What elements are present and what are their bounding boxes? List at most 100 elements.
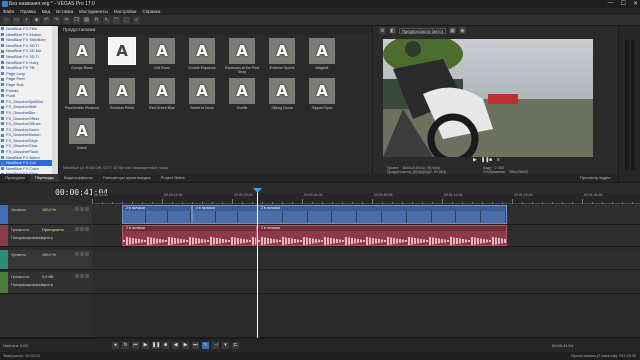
- snap-icon[interactable]: ⊓: [93, 16, 100, 24]
- menu-view[interactable]: Вид: [42, 9, 50, 14]
- transitions-tree[interactable]: NewBlue FX Film NewBlue FX Motion NewBlue …: [0, 26, 58, 174]
- fx-icon[interactable]: [85, 252, 89, 256]
- preset-item[interactable]: A Extreme Sports: [262, 38, 302, 70]
- tab-media-generators[interactable]: Генераторы мультимедиа: [98, 174, 156, 182]
- undo-icon[interactable]: ↶: [43, 16, 50, 24]
- track-param-value[interactable]: 0,0 dB: [42, 275, 53, 279]
- track-lane-audio[interactable]: [92, 272, 640, 294]
- track-header-audio[interactable]: Громкость: Приглушено Панорамирование: Ц…: [0, 225, 92, 247]
- zoom-tool-icon[interactable]: ⌕: [133, 16, 140, 24]
- track-header-video[interactable]: Уровень: 100,0 %: [0, 250, 92, 270]
- mute-icon[interactable]: [75, 274, 79, 278]
- preview-play-icon[interactable]: ▶: [473, 158, 478, 163]
- preset-item[interactable]: A Magenit: [302, 38, 342, 70]
- menu-tools[interactable]: Инструменты: [79, 9, 108, 14]
- preview-stop-icon[interactable]: ■: [489, 158, 494, 163]
- menu-options[interactable]: Настройки: [114, 9, 137, 14]
- preset-item[interactable]: A Shuffle: [222, 78, 262, 110]
- menu-edit[interactable]: Правка: [20, 9, 36, 14]
- preset-item[interactable]: A Slipped Sync: [302, 78, 342, 110]
- preset-item[interactable]: A Random Prints: [102, 78, 142, 110]
- preset-item[interactable]: A Psychedelic Pinaboot: [62, 78, 102, 110]
- play-icon[interactable]: ▶: [142, 342, 149, 349]
- preset-item[interactable]: A Explosion at the Print Shop: [222, 38, 262, 74]
- play-from-start-icon[interactable]: ⏮: [132, 342, 139, 349]
- track-param-value[interactable]: 100,0 %: [42, 208, 56, 212]
- track-lane-video[interactable]: 2 в полоски 2 в полоски 2 в полоски: [92, 205, 640, 225]
- mute-icon[interactable]: [75, 227, 79, 231]
- video-clip[interactable]: 2 в полоски: [257, 205, 507, 224]
- video-clip[interactable]: 2 в полоски: [122, 205, 192, 224]
- preset-item[interactable]: A Dirt Road: [142, 38, 182, 70]
- tab-transitions[interactable]: Переходы: [30, 174, 59, 182]
- menu-insert[interactable]: Вставка: [56, 9, 73, 14]
- solo-icon[interactable]: [80, 274, 84, 278]
- close-button[interactable]: ✕: [633, 0, 638, 7]
- save-icon[interactable]: ▪: [23, 16, 30, 24]
- track-pan-value[interactable]: Центр: [42, 283, 53, 287]
- loop-icon[interactable]: ↻: [122, 342, 129, 349]
- preset-item[interactable]: A Sliding Doors: [262, 78, 302, 110]
- track-pan-value[interactable]: Центр: [42, 236, 53, 240]
- solo-icon[interactable]: [80, 207, 84, 211]
- track-header-audio[interactable]: Громкость: 0,0 dB Панорамирование: Центр: [0, 272, 92, 294]
- overlays-icon[interactable]: ▦: [449, 27, 457, 34]
- snapshot-icon[interactable]: ◉: [459, 27, 467, 34]
- cut-icon[interactable]: ✂: [63, 16, 70, 24]
- selection-tool-icon[interactable]: ⬚: [123, 16, 130, 24]
- preview-settings-icon[interactable]: ⚙: [379, 27, 386, 34]
- region-icon[interactable]: ⊏: [232, 342, 239, 349]
- trim-icon[interactable]: ⊣: [212, 342, 219, 349]
- track-param-value[interactable]: 100,0 %: [42, 253, 56, 257]
- maximize-button[interactable]: ☐: [621, 0, 626, 7]
- record-icon[interactable]: ●: [112, 342, 119, 349]
- fx-icon[interactable]: [85, 207, 89, 211]
- audio-clip[interactable]: 2 в полоски: [257, 225, 507, 246]
- preset-item[interactable]: A: [102, 37, 142, 66]
- solo-icon[interactable]: [80, 252, 84, 256]
- audio-clip[interactable]: 2 в полоски: [122, 225, 257, 246]
- track-lane-video[interactable]: [92, 250, 640, 270]
- tab-explorer[interactable]: Проводник: [0, 174, 30, 182]
- track-param-value[interactable]: Приглушено: [42, 228, 64, 232]
- time-ruler[interactable]: 00:00:00 00:00:15:00 00:00:29:29 00:00:44:2…: [92, 193, 640, 204]
- mute-icon[interactable]: [75, 252, 79, 256]
- preview-pause-icon[interactable]: ❚❚: [481, 158, 489, 163]
- next-frame-icon[interactable]: ▶: [182, 342, 189, 349]
- fx-icon[interactable]: [85, 274, 89, 278]
- split-screen-icon[interactable]: ◧: [389, 27, 396, 34]
- timeline-empty-area[interactable]: [92, 294, 640, 338]
- preset-item[interactable]: A Inartul: [62, 118, 102, 150]
- preset-item[interactable]: A Bumpy Blues: [62, 38, 102, 70]
- tab-video-fx[interactable]: Видеоэффекты: [59, 174, 98, 182]
- track-header-video[interactable]: Уровень: 100,0 %: [0, 205, 92, 225]
- preview-menu-icon[interactable]: ≡: [497, 158, 502, 163]
- new-icon[interactable]: ▫: [3, 16, 10, 24]
- fx-icon[interactable]: [85, 227, 89, 231]
- preset-item[interactable]: A Sweet to None: [182, 78, 222, 110]
- pause-icon[interactable]: ❚❚: [152, 342, 160, 349]
- prev-frame-icon[interactable]: ◀: [172, 342, 179, 349]
- mute-icon[interactable]: [75, 207, 79, 211]
- preset-item[interactable]: A Red Green Blue: [142, 78, 182, 110]
- track-lane-audio[interactable]: 2 в полоски 2 в полоски: [92, 225, 640, 247]
- render-icon[interactable]: ◈: [33, 16, 40, 24]
- preset-item[interactable]: A Double Exposure: [182, 38, 222, 70]
- menu-help[interactable]: Справка: [142, 9, 160, 14]
- envelope-tool-icon[interactable]: ⌒: [113, 16, 120, 24]
- tab-project-notes[interactable]: Project Notes: [156, 174, 190, 182]
- go-end-icon[interactable]: ⏭: [192, 342, 199, 349]
- playhead[interactable]: [257, 188, 258, 338]
- minimize-button[interactable]: —: [608, 0, 614, 7]
- copy-icon[interactable]: ❐: [73, 16, 80, 24]
- marker-icon[interactable]: ▾: [222, 342, 229, 349]
- stop-icon[interactable]: ■: [162, 342, 169, 349]
- edit-tool-icon[interactable]: ↖: [103, 16, 110, 24]
- preview-quality-select[interactable]: Предпросмотр (авто): [399, 27, 447, 34]
- solo-icon[interactable]: [80, 227, 84, 231]
- redo-icon[interactable]: ↷: [53, 16, 60, 24]
- video-clip[interactable]: 2 в полоски: [192, 205, 262, 224]
- edit-mode-icon[interactable]: ↖: [202, 342, 209, 349]
- paste-icon[interactable]: ▤: [83, 16, 90, 24]
- open-icon[interactable]: ▭: [13, 16, 20, 24]
